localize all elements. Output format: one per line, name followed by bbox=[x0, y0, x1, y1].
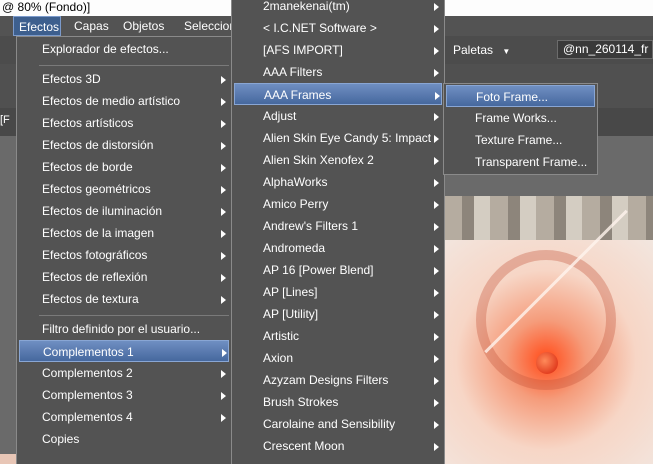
plugin-item[interactable]: Andromeda bbox=[234, 237, 442, 259]
chevron-right-icon bbox=[434, 355, 439, 363]
menu-item-imagen[interactable]: Efectos de la imagen bbox=[19, 222, 229, 244]
plugin-item[interactable]: Azyzam Designs Filters bbox=[234, 369, 442, 391]
aaa-frames-menu: Foto Frame... Frame Works... Texture Fra… bbox=[443, 83, 598, 175]
document-name-field[interactable]: @nn_260114_fr bbox=[557, 40, 653, 59]
chevron-down-icon: ▼ bbox=[502, 47, 511, 56]
menu-item-efectos-3d[interactable]: Efectos 3D bbox=[19, 68, 229, 90]
chevron-right-icon bbox=[434, 201, 439, 209]
effects-menu: Explorador de efectos... Efectos 3D Efec… bbox=[16, 36, 232, 464]
chevron-right-icon bbox=[434, 311, 439, 319]
plugin-item[interactable]: Alien Skin Eye Candy 5: Impact bbox=[234, 127, 442, 149]
menu-item-distorsion[interactable]: Efectos de distorsión bbox=[19, 134, 229, 156]
plugin-item[interactable]: AP [Lines] bbox=[234, 281, 442, 303]
chevron-right-icon bbox=[435, 92, 440, 100]
plugin-item[interactable]: Brush Strokes bbox=[234, 391, 442, 413]
chevron-right-icon bbox=[221, 76, 226, 84]
menu-efectos[interactable]: Efectos bbox=[13, 16, 61, 36]
palettes-label: Paletas bbox=[453, 43, 494, 57]
menu-item-textura[interactable]: Efectos de textura bbox=[19, 288, 229, 310]
menu-seleccion[interactable]: Seleccion bbox=[184, 16, 236, 36]
menu-item-artisticos[interactable]: Efectos artísticos bbox=[19, 112, 229, 134]
window-title: @ 80% (Fondo)] bbox=[2, 0, 91, 14]
frame-item-frame-works[interactable]: Frame Works... bbox=[446, 107, 595, 129]
chevron-right-icon bbox=[221, 186, 226, 194]
chevron-right-icon bbox=[434, 47, 439, 55]
plugins-menu: 2manekenai(tm) < I.C.NET Software > [AFS… bbox=[231, 0, 445, 464]
frame-item-foto-frame[interactable]: Foto Frame... bbox=[446, 85, 595, 107]
chevron-right-icon bbox=[221, 164, 226, 172]
chevron-right-icon bbox=[434, 377, 439, 385]
menu-item-fotograficos[interactable]: Efectos fotográficos bbox=[19, 244, 229, 266]
separator bbox=[39, 65, 229, 66]
menu-item-geometricos[interactable]: Efectos geométricos bbox=[19, 178, 229, 200]
image-strip bbox=[444, 196, 653, 240]
menu-item-complementos-1[interactable]: Complementos 1 bbox=[19, 340, 229, 362]
chevron-right-icon bbox=[434, 289, 439, 297]
chevron-right-icon bbox=[221, 208, 226, 216]
tab-fragment[interactable]: [F bbox=[0, 114, 10, 126]
red-sphere bbox=[536, 352, 558, 374]
chevron-right-icon bbox=[434, 443, 439, 451]
plugin-item-aaa-frames[interactable]: AAA Frames bbox=[234, 83, 442, 105]
plugin-item[interactable]: AP 16 [Power Blend] bbox=[234, 259, 442, 281]
chevron-right-icon bbox=[221, 414, 226, 422]
chevron-right-icon bbox=[434, 245, 439, 253]
menu-item-filtro-usuario[interactable]: Filtro definido por el usuario... bbox=[19, 318, 229, 340]
chevron-right-icon bbox=[434, 179, 439, 187]
plugin-item[interactable]: AP [Utility] bbox=[234, 303, 442, 325]
chevron-right-icon bbox=[221, 252, 226, 260]
plugin-item[interactable]: Adjust bbox=[234, 105, 442, 127]
plugin-item[interactable]: 2manekenai(tm) bbox=[234, 0, 442, 17]
frame-item-transparent-frame[interactable]: Transparent Frame... bbox=[446, 151, 595, 173]
menu-item-complementos-2[interactable]: Complementos 2 bbox=[19, 362, 229, 384]
image-canvas[interactable] bbox=[436, 209, 653, 464]
plugin-item[interactable]: Carolaine and Sensibility bbox=[234, 413, 442, 435]
chevron-right-icon bbox=[222, 349, 227, 357]
chevron-right-icon bbox=[221, 274, 226, 282]
palettes-dropdown[interactable]: Paletas ▼ bbox=[453, 40, 510, 60]
plugin-item[interactable]: AlphaWorks bbox=[234, 171, 442, 193]
chevron-right-icon bbox=[434, 25, 439, 33]
plugin-item[interactable]: Artistic bbox=[234, 325, 442, 347]
chevron-right-icon bbox=[221, 230, 226, 238]
plugin-item[interactable]: Amico Perry bbox=[234, 193, 442, 215]
chevron-right-icon bbox=[434, 157, 439, 165]
chevron-right-icon bbox=[221, 98, 226, 106]
menu-item-iluminacion[interactable]: Efectos de iluminación bbox=[19, 200, 229, 222]
plugin-item[interactable]: AAA Filters bbox=[234, 61, 442, 83]
chevron-right-icon bbox=[434, 3, 439, 11]
chevron-right-icon bbox=[434, 135, 439, 143]
plugin-item[interactable]: < I.C.NET Software > bbox=[234, 17, 442, 39]
chevron-right-icon bbox=[221, 392, 226, 400]
menu-objetos[interactable]: Objetos bbox=[123, 16, 164, 36]
menu-item-reflexion[interactable]: Efectos de reflexión bbox=[19, 266, 229, 288]
chevron-right-icon bbox=[434, 267, 439, 275]
separator bbox=[39, 315, 229, 316]
chevron-right-icon bbox=[221, 370, 226, 378]
chevron-right-icon bbox=[434, 113, 439, 121]
chevron-right-icon bbox=[221, 120, 226, 128]
menu-item-copies[interactable]: Copies bbox=[19, 428, 229, 450]
frame-item-texture-frame[interactable]: Texture Frame... bbox=[446, 129, 595, 151]
chevron-right-icon bbox=[434, 69, 439, 77]
plugin-item[interactable]: Axion bbox=[234, 347, 442, 369]
plugin-item[interactable]: [AFS IMPORT] bbox=[234, 39, 442, 61]
menu-item-complementos-3[interactable]: Complementos 3 bbox=[19, 384, 229, 406]
chevron-right-icon bbox=[221, 142, 226, 150]
plugin-item[interactable]: Alien Skin Xenofex 2 bbox=[234, 149, 442, 171]
chevron-right-icon bbox=[434, 223, 439, 231]
chevron-right-icon bbox=[434, 421, 439, 429]
chevron-right-icon bbox=[434, 399, 439, 407]
menu-item-borde[interactable]: Efectos de borde bbox=[19, 156, 229, 178]
menu-item-complementos-4[interactable]: Complementos 4 bbox=[19, 406, 229, 428]
menu-item-explorador[interactable]: Explorador de efectos... bbox=[19, 38, 229, 60]
menu-item-medio-artistico[interactable]: Efectos de medio artístico bbox=[19, 90, 229, 112]
plugin-item[interactable]: Crescent Moon bbox=[234, 435, 442, 457]
menu-capas[interactable]: Capas bbox=[74, 16, 109, 36]
plugin-item[interactable]: Andrew's Filters 1 bbox=[234, 215, 442, 237]
chevron-right-icon bbox=[434, 333, 439, 341]
chevron-right-icon bbox=[221, 296, 226, 304]
